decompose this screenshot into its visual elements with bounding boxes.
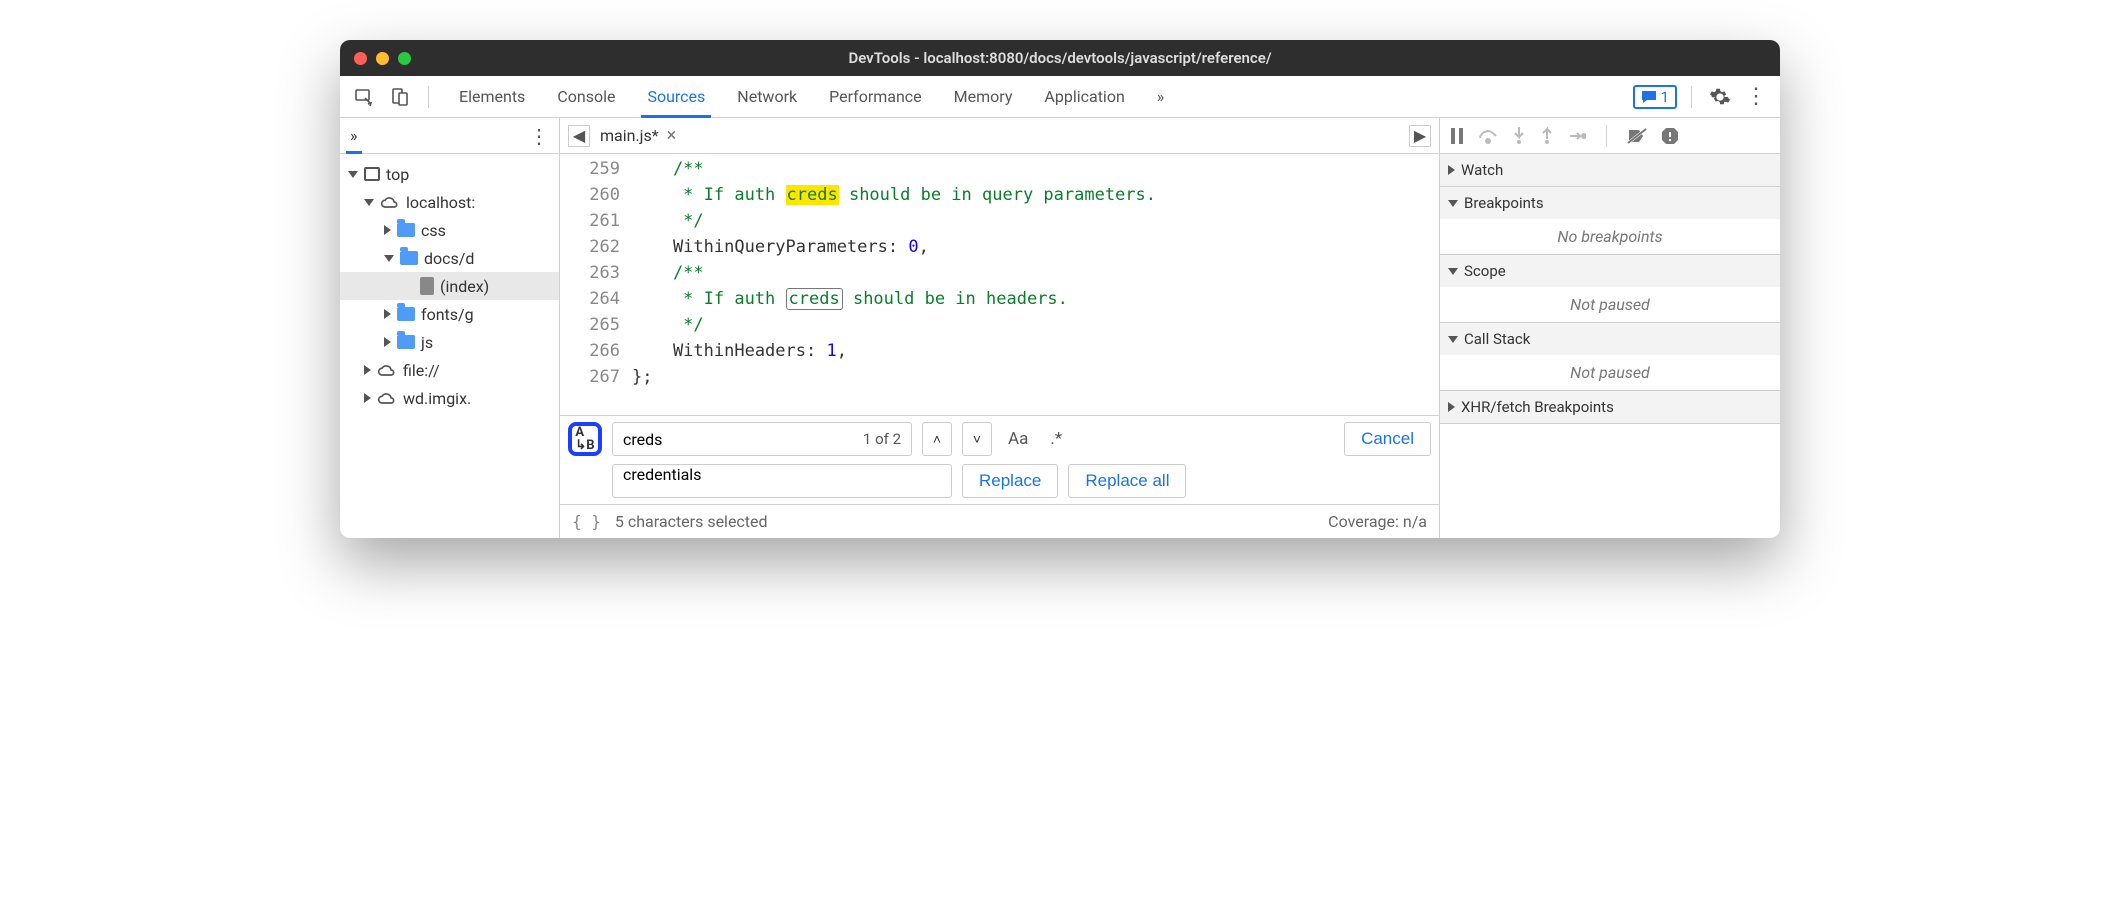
cloud-icon — [377, 363, 397, 377]
navigator-sidebar: » ⋮ top localhost: css docs/d (index) fo… — [340, 118, 560, 538]
sidebar-header: » ⋮ — [340, 118, 559, 154]
tree-item-localhost[interactable]: localhost: — [340, 188, 559, 216]
console-errors-badge[interactable]: 1 — [1633, 85, 1677, 109]
selection-info: 5 characters selected — [615, 512, 768, 531]
console-count: 1 — [1661, 88, 1669, 106]
step-out-icon[interactable] — [1540, 127, 1554, 145]
scope-empty: Not paused — [1440, 287, 1780, 322]
cancel-button[interactable]: Cancel — [1344, 422, 1431, 456]
replace-toggle-icon[interactable]: A↳B — [568, 422, 602, 456]
tree-item-css[interactable]: css — [340, 216, 559, 244]
device-toolbar-icon[interactable] — [386, 83, 414, 111]
file-tree: top localhost: css docs/d (index) fonts/… — [340, 154, 559, 418]
find-replace-bar: A↳B creds 1 of 2 ˄ ˅ Aa .* Cancel creden… — [560, 415, 1439, 504]
frame-icon — [364, 167, 380, 181]
cloud-icon — [380, 195, 400, 209]
main-toolbar: Elements Console Sources Network Perform… — [340, 76, 1780, 118]
tab-elements[interactable]: Elements — [443, 76, 541, 117]
search-match: creds — [786, 288, 843, 310]
regex-toggle[interactable]: .* — [1044, 429, 1068, 449]
breakpoints-section-header[interactable]: Breakpoints — [1440, 187, 1780, 219]
file-icon — [420, 277, 434, 295]
titlebar: DevTools - localhost:8080/docs/devtools/… — [340, 40, 1780, 76]
more-tabs-icon[interactable]: » — [1141, 76, 1181, 117]
sidebar-menu-icon[interactable]: ⋮ — [529, 124, 549, 148]
step-over-icon[interactable] — [1478, 128, 1498, 144]
folder-icon — [397, 223, 415, 237]
tree-item-fonts[interactable]: fonts/g — [340, 300, 559, 328]
tree-item-file[interactable]: file:// — [340, 356, 559, 384]
code-area[interactable]: 259260261262263264265266267 /** * If aut… — [560, 154, 1439, 415]
prev-match-button[interactable]: ˄ — [922, 422, 952, 456]
cloud-icon — [377, 391, 397, 405]
match-case-toggle[interactable]: Aa — [1002, 429, 1034, 449]
editor-tab-main[interactable]: main.js* × — [600, 125, 676, 146]
breakpoints-empty: No breakpoints — [1440, 219, 1780, 254]
tab-sources[interactable]: Sources — [631, 76, 721, 117]
pause-on-exceptions-icon[interactable] — [1661, 127, 1679, 145]
step-into-icon[interactable] — [1512, 127, 1526, 145]
next-match-button[interactable]: ˅ — [962, 422, 992, 456]
scope-section-header[interactable]: Scope — [1440, 255, 1780, 287]
inspect-element-icon[interactable] — [350, 83, 378, 111]
settings-gear-icon[interactable] — [1706, 83, 1734, 111]
tree-item-imgix[interactable]: wd.imgix. — [340, 384, 559, 412]
replace-all-button[interactable]: Replace all — [1068, 464, 1186, 498]
tab-network[interactable]: Network — [721, 76, 813, 117]
line-gutter: 259260261262263264265266267 — [560, 154, 632, 415]
tree-item-js[interactable]: js — [340, 328, 559, 356]
pause-icon[interactable] — [1450, 128, 1464, 144]
callstack-empty: Not paused — [1440, 355, 1780, 390]
window-title: DevTools - localhost:8080/docs/devtools/… — [340, 49, 1780, 67]
close-tab-icon[interactable]: × — [667, 125, 677, 146]
panel-tabs: Elements Console Sources Network Perform… — [443, 76, 1180, 117]
tab-console[interactable]: Console — [541, 76, 631, 117]
debugger-pane: Watch Breakpoints No breakpoints Scope N… — [1440, 118, 1780, 538]
find-input[interactable]: creds 1 of 2 — [612, 422, 912, 456]
callstack-section-header[interactable]: Call Stack — [1440, 323, 1780, 355]
pretty-print-icon[interactable]: { } — [572, 512, 601, 531]
tab-application[interactable]: Application — [1028, 76, 1140, 117]
editor-statusbar: { } 5 characters selected Coverage: n/a — [560, 504, 1439, 538]
editor-filename: main.js* — [600, 126, 659, 145]
coverage-info: Coverage: n/a — [1328, 512, 1427, 531]
tree-item-docs[interactable]: docs/d — [340, 244, 559, 272]
navigator-more-icon[interactable]: » — [350, 126, 358, 145]
tree-item-index[interactable]: (index) — [340, 272, 559, 300]
tab-performance[interactable]: Performance — [813, 76, 938, 117]
replace-button[interactable]: Replace — [962, 464, 1058, 498]
tab-memory[interactable]: Memory — [938, 76, 1029, 117]
find-value: creds — [623, 430, 662, 449]
devtools-window: DevTools - localhost:8080/docs/devtools/… — [340, 40, 1780, 538]
code-lines: /** * If auth creds should be in query p… — [632, 154, 1439, 415]
replace-input[interactable]: credentials — [612, 464, 952, 498]
step-icon[interactable] — [1568, 129, 1586, 143]
nav-back-icon[interactable]: ◀ — [568, 125, 590, 147]
watch-section-header[interactable]: Watch — [1440, 154, 1780, 186]
folder-icon — [400, 251, 418, 265]
main-area: » ⋮ top localhost: css docs/d (index) fo… — [340, 118, 1780, 538]
deactivate-breakpoints-icon[interactable] — [1627, 128, 1647, 144]
folder-icon — [397, 307, 415, 321]
search-match-current: creds — [786, 185, 839, 205]
editor-tab-bar: ◀ main.js* × ▶ — [560, 118, 1439, 154]
folder-icon — [397, 335, 415, 349]
xhr-section-header[interactable]: XHR/fetch Breakpoints — [1440, 391, 1780, 423]
tree-item-top[interactable]: top — [340, 160, 559, 188]
code-editor: ◀ main.js* × ▶ 2592602612622632642652662… — [560, 118, 1440, 538]
match-count: 1 of 2 — [863, 430, 901, 448]
nav-forward-icon[interactable]: ▶ — [1409, 125, 1431, 147]
kebab-menu-icon[interactable]: ⋮ — [1742, 83, 1770, 111]
debugger-toolbar — [1440, 118, 1780, 154]
